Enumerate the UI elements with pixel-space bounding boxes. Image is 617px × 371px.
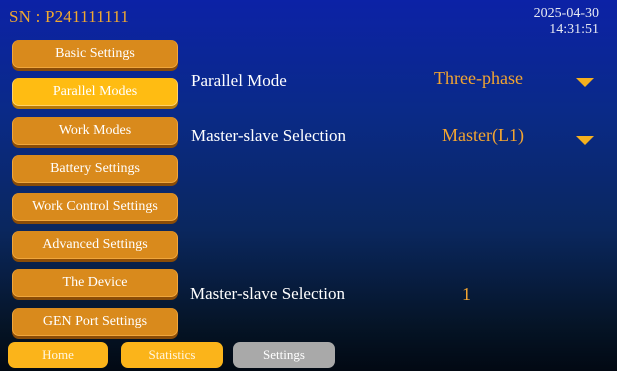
tab-statistics[interactable]: Statistics	[121, 342, 223, 368]
serial-number: SN : P241111111	[9, 7, 130, 26]
sidebar-item-parallel-modes[interactable]: Parallel Modes	[12, 78, 178, 106]
sidebar-item-work-control-settings[interactable]: Work Control Settings	[12, 193, 178, 221]
settings-screen: SN : P241111111 2025-04-30 14:31:51 Basi…	[0, 0, 617, 371]
sidebar-item-gen-port-settings[interactable]: GEN Port Settings	[12, 308, 178, 336]
sidebar-item-advanced-settings[interactable]: Advanced Settings	[12, 231, 178, 259]
date-display: 2025-04-30	[533, 6, 599, 21]
caret-down-icon[interactable]	[576, 136, 594, 145]
clock: 2025-04-30 14:31:51	[534, 6, 599, 38]
time-display: 14:31:51	[549, 22, 599, 37]
master-slave-value[interactable]: Master(L1)	[442, 125, 524, 146]
sidebar-item-battery-settings[interactable]: Battery Settings	[12, 155, 178, 183]
sidebar-item-basic-settings[interactable]: Basic Settings	[12, 40, 178, 68]
tab-home[interactable]: Home	[8, 342, 108, 368]
parallel-mode-value[interactable]: Three-phase	[434, 68, 523, 89]
sidebar-item-the-device[interactable]: The Device	[12, 269, 178, 297]
tab-settings[interactable]: Settings	[233, 342, 335, 368]
master-slave-label: Master-slave Selection	[191, 126, 346, 145]
sidebar-item-work-modes[interactable]: Work Modes	[12, 117, 178, 145]
master-slave-number-label: Master-slave Selection	[190, 284, 345, 303]
parallel-mode-label: Parallel Mode	[191, 71, 287, 90]
caret-down-icon[interactable]	[576, 78, 594, 87]
master-slave-number-value[interactable]: 1	[462, 284, 471, 305]
